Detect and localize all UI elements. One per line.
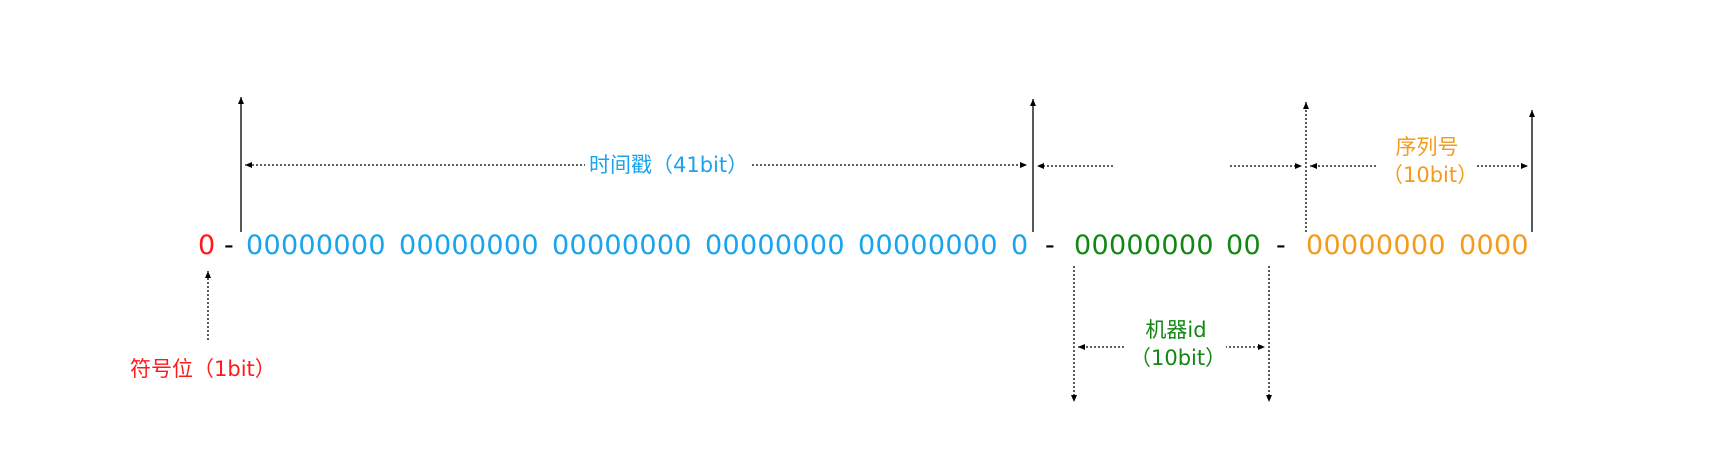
separator-dash: -: [224, 230, 234, 261]
machine-label-bits: （10bit）: [1130, 346, 1227, 370]
machine-label-name: 机器id: [1145, 318, 1207, 342]
timestamp-group: 00000000: [399, 230, 539, 261]
sign-label: 符号位（1bit）: [130, 357, 276, 381]
separator-dash: -: [1276, 230, 1286, 261]
sequence-label: 序列号 （10bit）: [1378, 133, 1479, 189]
timestamp-group: 00000000: [705, 230, 845, 261]
sequence-label-name: 序列号: [1395, 135, 1459, 159]
machine-group: 00: [1226, 230, 1261, 261]
timestamp-group: 00000000: [858, 230, 998, 261]
machine-label: 机器id （10bit）: [1126, 316, 1226, 372]
timestamp-label: 时间戳（41bit）: [585, 151, 753, 179]
timestamp-group: 00000000: [552, 230, 692, 261]
timestamp-group: 0: [1011, 230, 1029, 261]
sequence-group: 00000000: [1306, 230, 1446, 261]
sequence-group: 0000: [1459, 230, 1529, 261]
sequence-label-bits: （10bit）: [1382, 163, 1479, 187]
timestamp-group: 00000000: [246, 230, 386, 261]
separator-dash: -: [1045, 230, 1055, 261]
machine-group: 00000000: [1074, 230, 1214, 261]
sign-bit: 0: [198, 230, 216, 261]
